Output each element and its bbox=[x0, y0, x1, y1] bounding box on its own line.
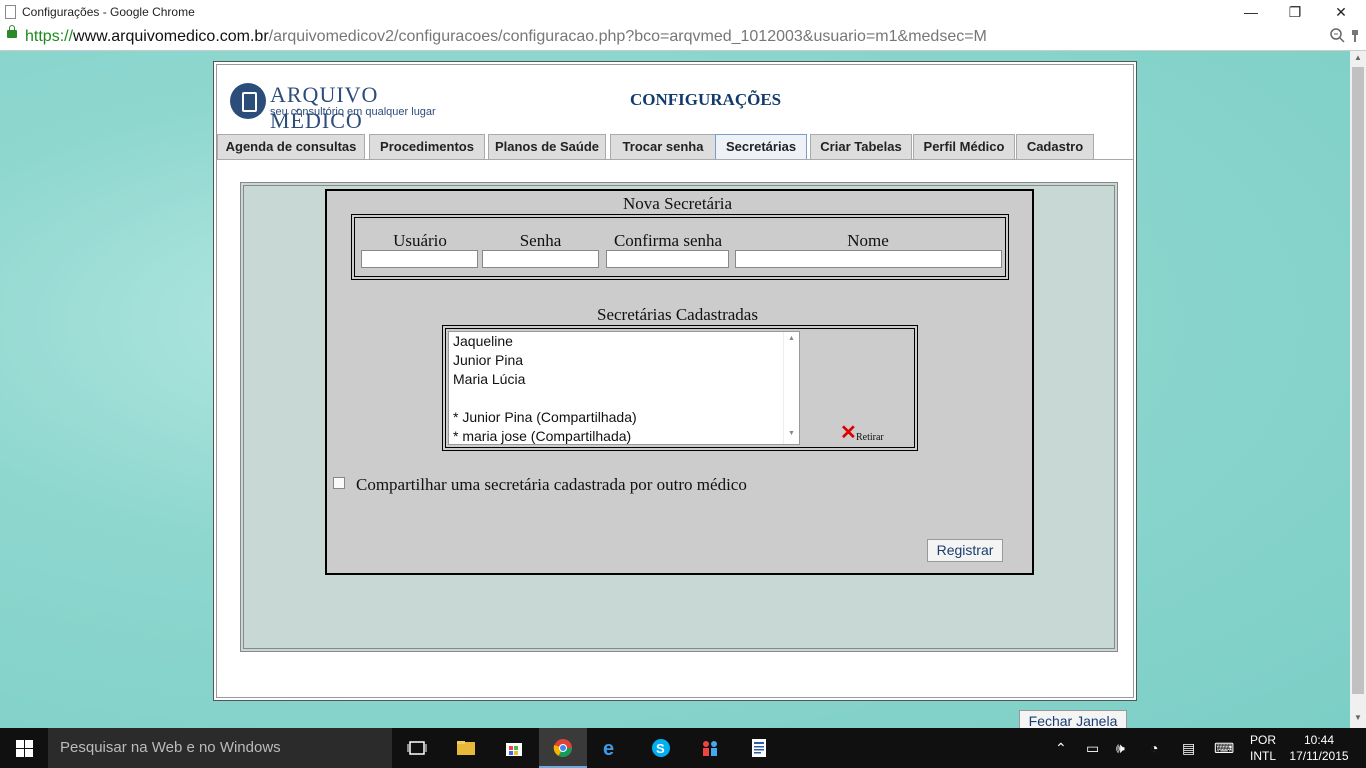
configuration-window: ARQUIVO MÉDICO seu consultório em qualqu… bbox=[213, 61, 1137, 701]
username-label: Usuário bbox=[393, 231, 447, 250]
logo: ARQUIVO MÉDICO seu consultório em qualqu… bbox=[230, 82, 470, 133]
close-window-button[interactable]: ✕ bbox=[1318, 0, 1364, 24]
clock-time: 10:44 bbox=[1303, 733, 1335, 747]
svg-text:e: e bbox=[603, 738, 614, 758]
lang-layout: INTL bbox=[1250, 749, 1277, 763]
scroll-thumb[interactable] bbox=[1352, 67, 1364, 694]
network-icon[interactable]: ◔ bbox=[1150, 740, 1158, 756]
document-app-icon[interactable] bbox=[735, 728, 783, 768]
secretary-section: Nova Secretária Usuário Senha Confirma s… bbox=[325, 189, 1034, 575]
volume-icon[interactable]: 🕪 bbox=[1116, 740, 1125, 757]
confirm-password-label: Confirma senha bbox=[613, 231, 723, 250]
tab-procedimentos[interactable]: Procedimentos bbox=[369, 134, 485, 159]
list-item[interactable]: * Junior Pina (Compartilhada) bbox=[449, 408, 799, 427]
remove-label: Retirar bbox=[856, 432, 884, 443]
input-language[interactable]: POR INTL bbox=[1250, 732, 1276, 764]
logo-tagline: seu consultório em qualquer lugar bbox=[270, 106, 436, 118]
windows-logo-icon bbox=[25, 740, 33, 748]
window-title-bar: Configurações - Google Chrome — ❐ ✕ bbox=[0, 0, 1366, 24]
logo-badge-icon bbox=[230, 83, 266, 119]
page-scrollbar[interactable]: ▲ ▼ bbox=[1350, 51, 1366, 728]
url-text[interactable]: https://www.arquivomedico.com.br/arquivo… bbox=[25, 28, 987, 46]
list-item[interactable] bbox=[449, 389, 799, 408]
battery-icon[interactable]: ▭ bbox=[1086, 740, 1099, 757]
people-app-icon[interactable] bbox=[686, 728, 734, 768]
show-hidden-icons-icon[interactable]: ⌃ bbox=[1055, 740, 1067, 757]
share-option[interactable]: Compartilhar uma secretária cadastrada p… bbox=[333, 475, 747, 495]
registered-box: Jaqueline Junior Pina Maria Lúcia * Juni… bbox=[442, 325, 918, 451]
url-scheme: https:// bbox=[25, 28, 74, 45]
share-label: Compartilhar uma secretária cadastrada p… bbox=[356, 475, 747, 494]
file-explorer-icon[interactable] bbox=[442, 728, 490, 768]
register-button[interactable]: Registrar bbox=[927, 539, 1003, 562]
notifications-icon[interactable]: ▤ bbox=[1182, 740, 1195, 757]
registered-heading: Secretárias Cadastradas bbox=[597, 305, 758, 324]
listbox-scrollbar[interactable]: ▲ ▼ bbox=[783, 332, 799, 444]
name-input[interactable] bbox=[735, 250, 1002, 268]
page-title: CONFIGURAÇÕES bbox=[630, 90, 782, 109]
tab-secretarias[interactable]: Secretárias bbox=[715, 134, 807, 159]
store-icon[interactable] bbox=[490, 728, 538, 768]
windows-logo-icon bbox=[25, 749, 33, 757]
url-path: /arquivomedicov2/configuracoes/configura… bbox=[268, 28, 987, 45]
username-input[interactable] bbox=[361, 250, 478, 268]
tab-criar-tabelas[interactable]: Criar Tabelas bbox=[810, 134, 912, 159]
password-input[interactable] bbox=[482, 250, 599, 268]
svg-text:S: S bbox=[656, 741, 665, 756]
window-title: Configurações - Google Chrome bbox=[22, 5, 195, 19]
windows-logo-icon bbox=[16, 749, 24, 757]
list-item[interactable]: Junior Pina bbox=[449, 351, 799, 370]
share-checkbox[interactable] bbox=[333, 477, 345, 489]
tab-agenda[interactable]: Agenda de consultas bbox=[217, 134, 365, 159]
confirm-password-input[interactable] bbox=[606, 250, 729, 268]
taskbar-clock[interactable]: 10:44 17/11/2015 bbox=[1284, 732, 1354, 764]
tab-cadastro[interactable]: Cadastro bbox=[1016, 134, 1094, 159]
task-view-icon[interactable] bbox=[393, 728, 441, 768]
windows-logo-icon bbox=[16, 740, 24, 748]
scroll-down-icon[interactable]: ▼ bbox=[788, 430, 795, 437]
new-secretary-form: Usuário Senha Confirma senha Nome bbox=[351, 214, 1009, 280]
list-item[interactable]: Maria Lúcia bbox=[449, 370, 799, 389]
tab-content-panel: Nova Secretária Usuário Senha Confirma s… bbox=[240, 182, 1118, 652]
page-icon bbox=[5, 5, 16, 19]
lock-icon bbox=[7, 25, 17, 38]
zoom-icon[interactable] bbox=[1330, 28, 1360, 47]
restore-button[interactable]: ❐ bbox=[1272, 0, 1318, 24]
keyboard-icon[interactable]: ⌨ bbox=[1214, 740, 1234, 757]
password-label: Senha bbox=[519, 231, 562, 250]
name-label: Nome bbox=[847, 231, 889, 250]
skype-icon[interactable]: S bbox=[637, 728, 685, 768]
list-item[interactable]: Jaqueline bbox=[449, 332, 799, 351]
address-bar[interactable]: https://www.arquivomedico.com.br/arquivo… bbox=[0, 24, 1366, 51]
scroll-up-icon[interactable]: ▲ bbox=[788, 335, 795, 342]
new-secretary-heading: Nova Secretária bbox=[623, 194, 733, 213]
taskbar: Pesquisar na Web e no Windows e S ⌃ ▭ 🕪 … bbox=[0, 728, 1366, 768]
url-host: www.arquivomedico.com.br bbox=[73, 28, 269, 45]
list-item[interactable]: * maria jose (Compartilhada) bbox=[449, 427, 799, 444]
tab-perfil-medico[interactable]: Perfil Médico bbox=[913, 134, 1015, 159]
secretary-listbox[interactable]: Jaqueline Junior Pina Maria Lúcia * Juni… bbox=[448, 331, 800, 445]
tab-divider bbox=[217, 159, 1133, 160]
scroll-up-icon[interactable]: ▲ bbox=[1350, 53, 1366, 67]
scroll-down-icon[interactable]: ▼ bbox=[1350, 713, 1366, 727]
start-button[interactable] bbox=[0, 728, 48, 768]
remove-x-icon: ✕ bbox=[840, 422, 857, 444]
lang-code: POR bbox=[1250, 733, 1277, 747]
edge-icon[interactable]: e bbox=[588, 728, 636, 768]
tab-trocar-senha[interactable]: Trocar senha bbox=[610, 134, 716, 159]
clock-date: 17/11/2015 bbox=[1289, 749, 1349, 763]
tab-planos[interactable]: Planos de Saúde bbox=[488, 134, 606, 159]
chrome-icon[interactable] bbox=[539, 728, 587, 768]
minimize-button[interactable]: — bbox=[1228, 0, 1274, 24]
taskbar-search[interactable]: Pesquisar na Web e no Windows bbox=[48, 728, 392, 768]
